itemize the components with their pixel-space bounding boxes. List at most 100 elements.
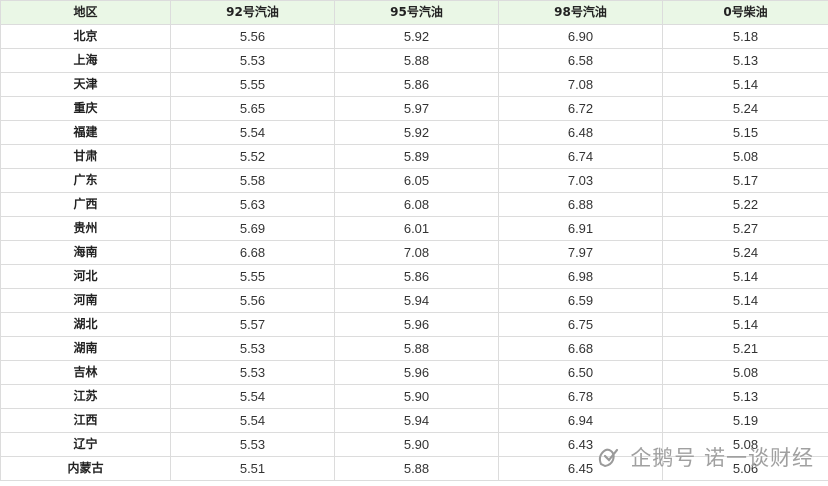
price-cell: 5.54 [170,408,335,433]
table-row: 海南 6.68 7.08 7.97 5.24 [0,240,828,265]
price-cell: 7.03 [498,168,663,193]
price-cell: 5.13 [662,384,828,409]
region-cell: 江苏 [0,384,171,409]
table-row: 上海 5.53 5.88 6.58 5.13 [0,48,828,73]
column-header-92-gasoline: 92号汽油 [170,0,335,25]
region-cell: 辽宁 [0,432,171,457]
price-cell: 5.52 [170,144,335,169]
price-cell: 6.58 [498,48,663,73]
table-row: 河北 5.55 5.86 6.98 5.14 [0,264,828,289]
price-cell: 6.68 [498,336,663,361]
price-cell: 5.22 [662,192,828,217]
region-cell: 广西 [0,192,171,217]
region-cell: 天津 [0,72,171,97]
price-cell: 5.88 [334,456,499,481]
price-cell: 6.91 [498,216,663,241]
region-cell: 吉林 [0,360,171,385]
price-cell: 6.01 [334,216,499,241]
table-row: 天津 5.55 5.86 7.08 5.14 [0,72,828,97]
region-cell: 重庆 [0,96,171,121]
price-cell: 5.08 [662,432,828,457]
price-cell: 5.08 [662,144,828,169]
price-cell: 5.89 [334,144,499,169]
price-cell: 5.88 [334,48,499,73]
table-row: 江苏 5.54 5.90 6.78 5.13 [0,384,828,409]
table-row: 辽宁 5.53 5.90 6.43 5.08 [0,432,828,457]
price-cell: 5.14 [662,288,828,313]
table-body: 北京 5.56 5.92 6.90 5.18 上海 5.53 5.88 6.58 5.13 天津 5.… [0,24,828,481]
price-cell: 5.96 [334,360,499,385]
price-cell: 6.72 [498,96,663,121]
price-cell: 5.65 [170,96,335,121]
price-cell: 7.08 [334,240,499,265]
price-cell: 5.63 [170,192,335,217]
column-header-0-diesel: 0号柴油 [662,0,828,25]
table-row: 吉林 5.53 5.96 6.50 5.08 [0,360,828,385]
price-cell: 5.55 [170,264,335,289]
price-cell: 6.78 [498,384,663,409]
price-cell: 5.27 [662,216,828,241]
price-cell: 6.59 [498,288,663,313]
price-cell: 5.24 [662,96,828,121]
price-cell: 6.68 [170,240,335,265]
price-cell: 6.88 [498,192,663,217]
region-cell: 贵州 [0,216,171,241]
price-cell: 5.94 [334,408,499,433]
price-cell: 5.92 [334,24,499,49]
region-cell: 广东 [0,168,171,193]
price-cell: 6.45 [498,456,663,481]
price-cell: 5.14 [662,72,828,97]
table-row: 广西 5.63 6.08 6.88 5.22 [0,192,828,217]
table-row: 湖南 5.53 5.88 6.68 5.21 [0,336,828,361]
price-cell: 6.48 [498,120,663,145]
price-cell: 6.75 [498,312,663,337]
price-cell: 5.56 [170,24,335,49]
table-row: 甘肃 5.52 5.89 6.74 5.08 [0,144,828,169]
region-cell: 湖南 [0,336,171,361]
region-cell: 海南 [0,240,171,265]
price-cell: 5.86 [334,264,499,289]
price-cell: 5.53 [170,48,335,73]
price-cell: 7.08 [498,72,663,97]
price-cell: 5.54 [170,120,335,145]
price-cell: 5.90 [334,432,499,457]
table-row: 江西 5.54 5.94 6.94 5.19 [0,408,828,433]
price-cell: 7.97 [498,240,663,265]
price-cell: 5.14 [662,312,828,337]
price-cell: 5.14 [662,264,828,289]
price-cell: 5.53 [170,432,335,457]
price-cell: 5.08 [662,360,828,385]
price-cell: 5.94 [334,288,499,313]
region-cell: 福建 [0,120,171,145]
column-header-95-gasoline: 95号汽油 [334,0,499,25]
price-cell: 6.90 [498,24,663,49]
table-row: 河南 5.56 5.94 6.59 5.14 [0,288,828,313]
region-cell: 内蒙古 [0,456,171,481]
price-cell: 5.69 [170,216,335,241]
price-cell: 5.21 [662,336,828,361]
price-cell: 5.56 [170,288,335,313]
price-cell: 5.15 [662,120,828,145]
table-header-row: 地区 92号汽油 95号汽油 98号汽油 0号柴油 [0,0,828,25]
table-row: 广东 5.58 6.05 7.03 5.17 [0,168,828,193]
column-header-98-gasoline: 98号汽油 [498,0,663,25]
table-row: 内蒙古 5.51 5.88 6.45 5.06 [0,456,828,481]
table-row: 湖北 5.57 5.96 6.75 5.14 [0,312,828,337]
region-cell: 江西 [0,408,171,433]
price-cell: 6.05 [334,168,499,193]
price-cell: 5.86 [334,72,499,97]
region-cell: 北京 [0,24,171,49]
price-cell: 5.06 [662,456,828,481]
region-cell: 甘肃 [0,144,171,169]
price-cell: 5.55 [170,72,335,97]
price-cell: 5.88 [334,336,499,361]
price-cell: 6.94 [498,408,663,433]
table-row: 北京 5.56 5.92 6.90 5.18 [0,24,828,49]
price-cell: 5.24 [662,240,828,265]
price-cell: 6.08 [334,192,499,217]
table-row: 福建 5.54 5.92 6.48 5.15 [0,120,828,145]
price-cell: 5.57 [170,312,335,337]
column-header-region: 地区 [0,0,171,25]
region-cell: 湖北 [0,312,171,337]
price-cell: 5.54 [170,384,335,409]
